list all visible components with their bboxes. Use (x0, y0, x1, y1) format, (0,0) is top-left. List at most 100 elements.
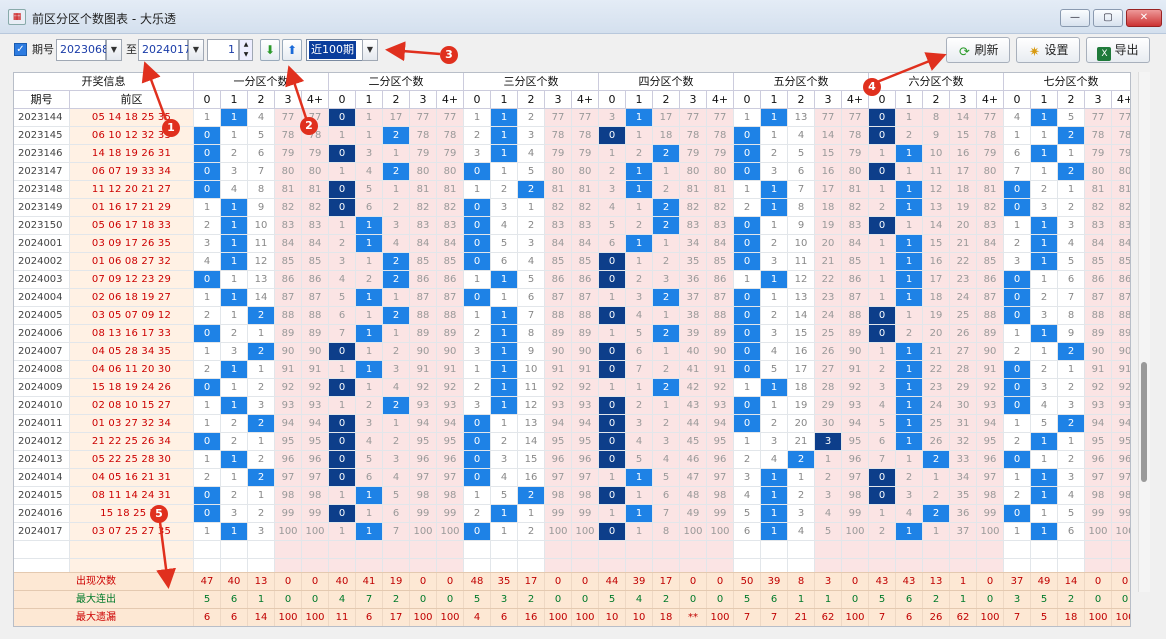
header-group[interactable]: 七分区个数 (1004, 73, 1130, 91)
close-button[interactable]: ✕ (1126, 9, 1162, 27)
period-cell[interactable]: 2024012 (14, 433, 70, 451)
maximize-button[interactable]: ▢ (1093, 9, 1123, 27)
header-period[interactable]: 期号 (14, 91, 70, 109)
period-cell[interactable]: 2023147 (14, 163, 70, 181)
header-group[interactable]: 一分区个数 (194, 73, 329, 91)
vertical-scrollbar[interactable] (1138, 72, 1150, 592)
omission-cell: 29 (815, 397, 842, 415)
settings-button[interactable]: ✷ 设置 (1016, 37, 1080, 63)
omission-cell: 1 (194, 451, 221, 469)
range-select[interactable]: 近100期 (306, 39, 364, 61)
omission-cell: 11 (518, 379, 545, 397)
period-cell[interactable]: 2024015 (14, 487, 70, 505)
omission-cell: 2 (221, 415, 248, 433)
omission-cell: 1 (1031, 127, 1058, 145)
hit-cell: 2 (653, 199, 680, 217)
period-cell[interactable]: 2024010 (14, 397, 70, 415)
export-button[interactable]: X 导出 (1086, 37, 1150, 63)
omission-cell: 1 (1058, 181, 1085, 199)
period-cell[interactable]: 2024003 (14, 271, 70, 289)
omission-cell: 1 (599, 289, 626, 307)
omission-cell: 20 (950, 217, 977, 235)
omission-cell: 96 (545, 451, 572, 469)
omission-cell: 87 (275, 289, 302, 307)
scrollbar-thumb[interactable] (1141, 362, 1147, 482)
empty-cell (869, 541, 896, 559)
hit-cell: 0 (734, 307, 761, 325)
hit-cell: 1 (491, 343, 518, 361)
period-cell[interactable]: 2023144 (14, 109, 70, 127)
header-front[interactable]: 前区 (70, 91, 194, 109)
to-period-dropdown[interactable]: ▼ (188, 39, 204, 61)
period-cell[interactable]: 2024011 (14, 415, 70, 433)
period-cell[interactable]: 2024009 (14, 379, 70, 397)
period-cell[interactable]: 2024001 (14, 235, 70, 253)
header-group[interactable]: 三分区个数 (464, 73, 599, 91)
from-period-field[interactable]: 2023068 (56, 39, 109, 61)
period-cell[interactable]: 2023146 (14, 145, 70, 163)
data-grid[interactable]: 开奖信息 一分区个数 二分区个数 三分区个数 四分区个数 五分区个数 六分区个数 七分区个数期… (13, 72, 1131, 627)
header-group[interactable]: 六分区个数 (869, 73, 1004, 91)
stats-value: 5 (194, 591, 221, 609)
omission-cell: 18 (923, 289, 950, 307)
down-arrow-icon[interactable]: ⬇ (260, 39, 280, 61)
count-stepper[interactable]: ▲ ▼ (239, 39, 253, 61)
hit-cell: 0 (194, 505, 221, 523)
period-cell[interactable]: 2024004 (14, 289, 70, 307)
omission-cell: 4 (518, 145, 545, 163)
omission-cell: 1 (1004, 325, 1031, 343)
stats-value: 0 (680, 573, 707, 591)
period-cell[interactable]: 2023149 (14, 199, 70, 217)
refresh-button[interactable]: ⟳ 刷新 (946, 37, 1010, 63)
omission-cell: 6 (356, 469, 383, 487)
period-cell[interactable]: 2023145 (14, 127, 70, 145)
omission-cell: 6 (626, 343, 653, 361)
period-cell[interactable]: 2023148 (14, 181, 70, 199)
omission-cell: 6 (491, 253, 518, 271)
hit-cell: 2 (248, 307, 275, 325)
stats-value: 0 (572, 591, 599, 609)
up-arrow-icon[interactable]: ⬆ (282, 39, 302, 61)
table-row: 2024002 01 06 08 27 32 4 1 12 85 85 3 1 2 85 85 0 6 4 8… (14, 253, 1130, 271)
header-group[interactable]: 二分区个数 (329, 73, 464, 91)
omission-cell: 93 (1085, 397, 1112, 415)
period-cell[interactable]: 2024014 (14, 469, 70, 487)
period-cell[interactable]: 2024017 (14, 523, 70, 541)
stats-value: 14 (1058, 573, 1085, 591)
hit-cell: 0 (1004, 361, 1031, 379)
period-label: 期号 (32, 43, 54, 56)
minimize-button[interactable]: — (1060, 9, 1090, 27)
stats-value: 19 (383, 573, 410, 591)
count-field[interactable]: 1 (207, 39, 239, 61)
hit-cell: 0 (869, 163, 896, 181)
hit-cell: 1 (896, 199, 923, 217)
period-checkbox[interactable]: ✓ (14, 43, 27, 56)
range-dropdown[interactable]: ▼ (362, 39, 378, 61)
period-cell[interactable]: 2024016 (14, 505, 70, 523)
empty-cell (221, 541, 248, 559)
empty-cell (761, 541, 788, 559)
omission-cell: 3 (1031, 199, 1058, 217)
omission-cell: 100 (437, 523, 464, 541)
omission-cell: 5 (761, 361, 788, 379)
period-cell[interactable]: 2023150 (14, 217, 70, 235)
header-group[interactable]: 四分区个数 (599, 73, 734, 91)
omission-cell: 4 (248, 109, 275, 127)
from-period-dropdown[interactable]: ▼ (106, 39, 122, 61)
to-period-field[interactable]: 2024017 (138, 39, 191, 61)
period-cell[interactable]: 2024002 (14, 253, 70, 271)
stats-value: 0 (1112, 591, 1130, 609)
period-cell[interactable]: 2024013 (14, 451, 70, 469)
hit-cell: 0 (869, 469, 896, 487)
table-row: 2024010 02 08 10 15 27 1 1 3 93 93 1 2 2 93 93 3 1 12 9… (14, 397, 1130, 415)
period-cell[interactable]: 2024007 (14, 343, 70, 361)
omission-cell: 21 (815, 253, 842, 271)
omission-cell: 1 (356, 343, 383, 361)
header-group[interactable]: 五分区个数 (734, 73, 869, 91)
period-cell[interactable]: 2024005 (14, 307, 70, 325)
omission-cell: 99 (842, 505, 869, 523)
period-cell[interactable]: 2024006 (14, 325, 70, 343)
omission-cell: 12 (518, 397, 545, 415)
omission-cell: 81 (680, 181, 707, 199)
period-cell[interactable]: 2024008 (14, 361, 70, 379)
